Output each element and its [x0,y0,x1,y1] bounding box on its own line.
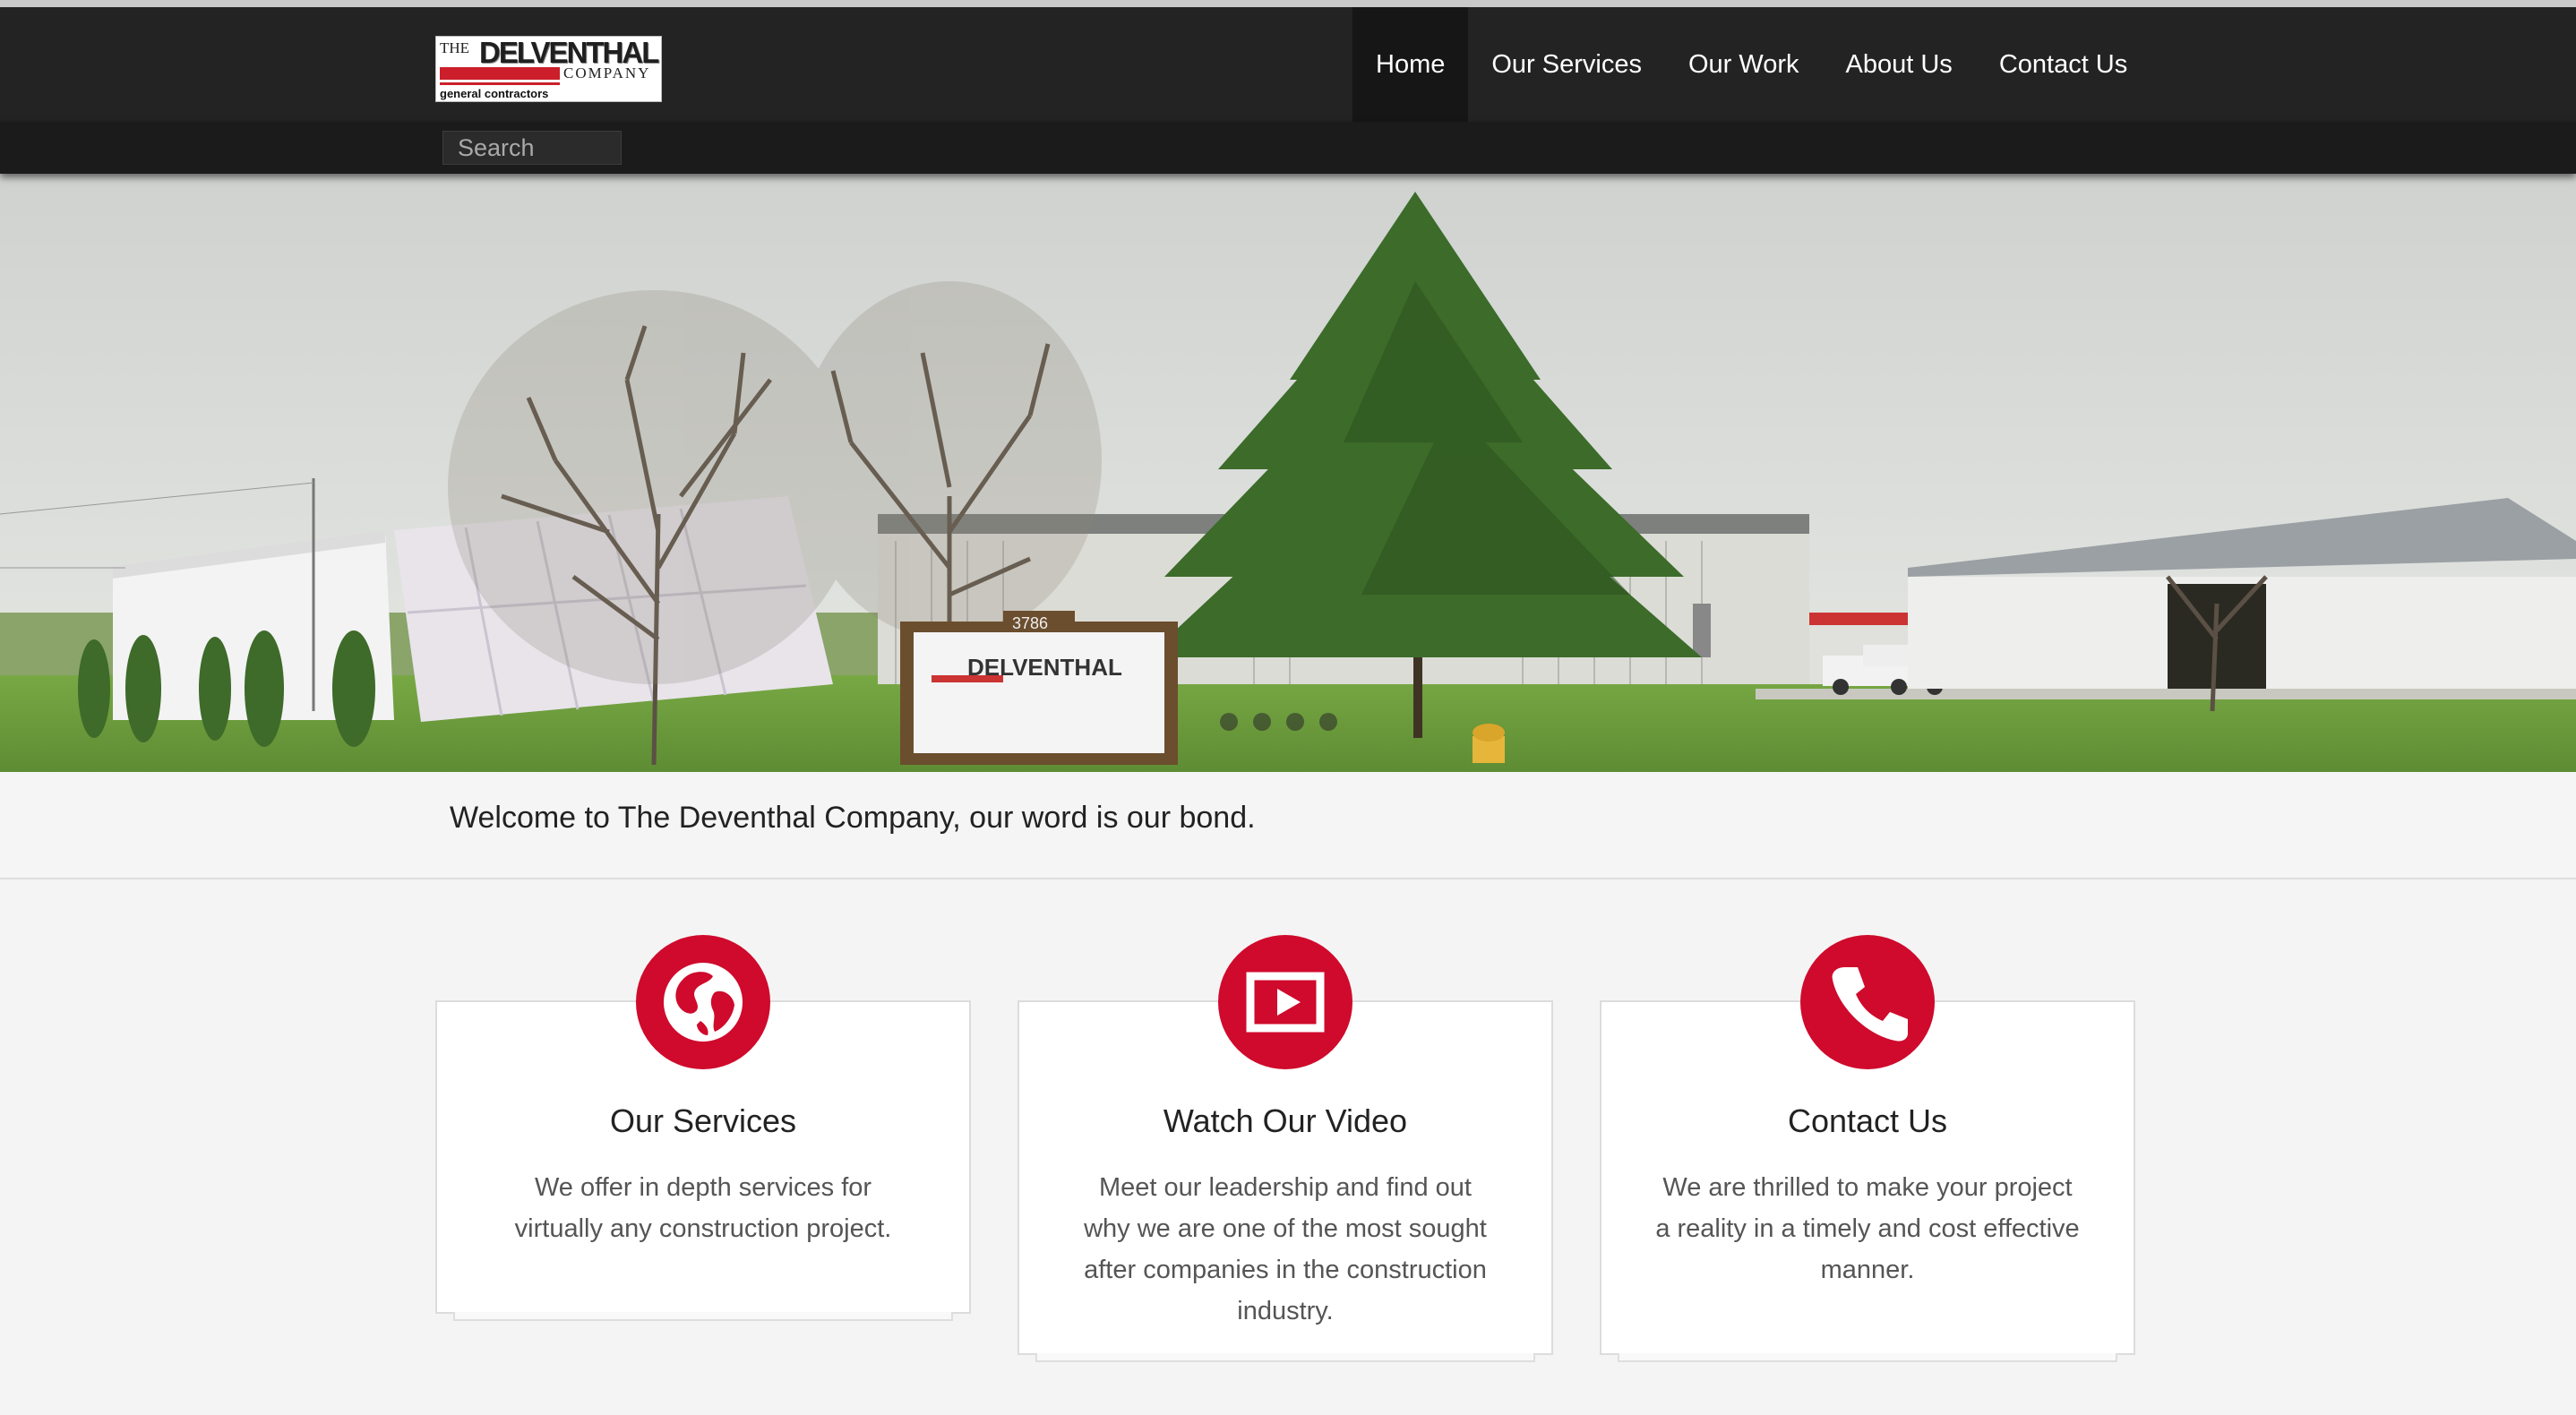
play-icon[interactable] [1218,935,1352,1069]
search-input[interactable] [442,131,622,165]
services-card-title: Our Services [609,1102,797,1139]
logo-red-underline [440,82,560,85]
main-nav: Home Our Services Our Work About Us Cont… [1352,7,2151,122]
globe-icon[interactable] [636,935,770,1069]
slider-dots [1220,713,1337,731]
services-card-text: We offer in depth services for virtually… [514,1173,892,1243]
sign-number-text: 3786 [1012,614,1048,632]
logo-company-text: COMPANY [563,64,651,81]
window-top-edge [0,0,2576,7]
welcome-text: Welcome to The Deventhal Company, our wo… [450,801,1256,835]
nav-contact-us[interactable]: Contact Us [1976,7,2151,122]
logo-the-text: THE [440,39,470,56]
video-card-text: Meet our leadership and find out why we … [1084,1173,1487,1325]
search-bar [0,122,2576,174]
logo-tagline: general contractors [440,87,549,100]
slide-dot-1[interactable] [1220,713,1238,731]
nav-home[interactable]: Home [1352,7,1469,122]
slide-dot-2[interactable] [1253,713,1271,731]
sign-name-text: DELVENTHAL [967,654,1122,681]
slide-dot-3[interactable] [1286,713,1304,731]
hero-image: DELVENTHAL 3786 [0,174,2576,772]
top-navbar: THE DELVENTHAL COMPANY general contracto… [0,7,2576,122]
phone-icon[interactable] [1800,935,1935,1069]
slide-dot-4[interactable] [1319,713,1337,731]
nav-our-services[interactable]: Our Services [1468,7,1665,122]
video-card-title: Watch Our Video [1163,1102,1408,1139]
hero-slider[interactable]: DELVENTHAL 3786 [0,174,2576,772]
contact-card-title: Contact Us [1787,1102,1948,1139]
welcome-band: Welcome to The Deventhal Company, our wo… [0,772,2576,879]
company-logo[interactable]: THE DELVENTHAL COMPANY general contracto… [435,36,662,102]
nav-about-us[interactable]: About Us [1823,7,1976,122]
contact-card-text: We are thrilled to make your project a r… [1655,1173,2080,1284]
logo-red-bar [440,67,560,80]
nav-our-work[interactable]: Our Work [1665,7,1823,122]
